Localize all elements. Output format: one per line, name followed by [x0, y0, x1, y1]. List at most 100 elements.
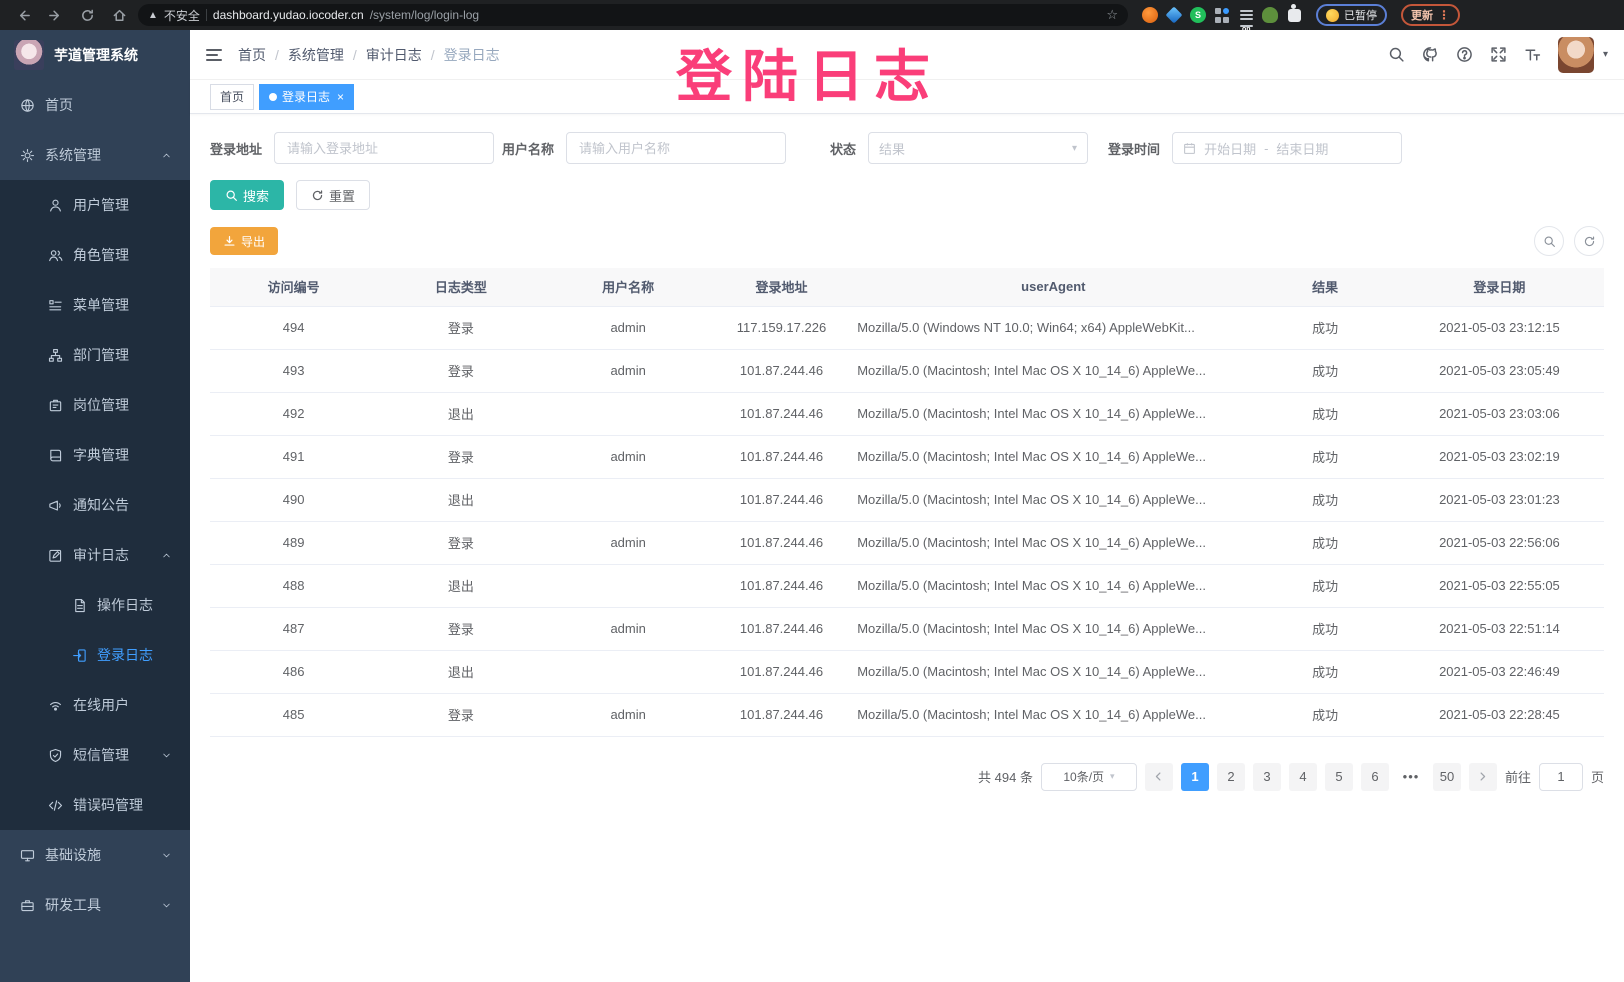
tag-login-log[interactable]: 登录日志 × — [259, 84, 354, 110]
next-page-button[interactable] — [1469, 763, 1497, 791]
page-number-button[interactable]: 4 — [1289, 763, 1317, 791]
sidebar-item-notices[interactable]: 通知公告 — [0, 480, 190, 530]
login-address-input[interactable] — [274, 132, 494, 164]
table-row[interactable]: 491 登录 admin 101.87.244.46 Mozilla/5.0 (… — [210, 435, 1604, 478]
table-row[interactable]: 490 退出 101.87.244.46 Mozilla/5.0 (Macint… — [210, 478, 1604, 521]
cell-result: 成功 — [1255, 693, 1394, 736]
cell-result: 成功 — [1255, 349, 1394, 392]
extension-list-icon[interactable]: on — [1238, 7, 1254, 23]
table-row[interactable]: 486 退出 101.87.244.46 Mozilla/5.0 (Macint… — [210, 650, 1604, 693]
sidebar-item-posts[interactable]: 岗位管理 — [0, 380, 190, 430]
sidebar-item-dev-tools[interactable]: 研发工具 — [0, 880, 190, 930]
bookmark-star-icon[interactable]: ☆ — [1106, 7, 1118, 23]
cell-user-agent: Mozilla/5.0 (Macintosh; Intel Mac OS X 1… — [851, 521, 1255, 564]
extension-green-icon[interactable]: S — [1190, 7, 1206, 23]
select-caret-icon: ▾ — [1072, 143, 1077, 154]
cell-log-type: 登录 — [377, 521, 544, 564]
reset-button[interactable]: 重置 — [296, 180, 370, 210]
page-number-button[interactable]: 50 — [1433, 763, 1461, 791]
username-input[interactable] — [566, 132, 786, 164]
page-number-button[interactable]: 2 — [1217, 763, 1245, 791]
font-size-icon[interactable] — [1524, 46, 1541, 63]
extension-diamond-icon[interactable] — [1166, 7, 1182, 23]
extension-orange-icon[interactable] — [1142, 7, 1158, 23]
table-row[interactable]: 488 退出 101.87.244.46 Mozilla/5.0 (Macint… — [210, 564, 1604, 607]
tag-close-icon[interactable]: × — [337, 90, 344, 104]
page-number-button[interactable]: 1 — [1181, 763, 1209, 791]
sidebar-item-error-codes[interactable]: 错误码管理 — [0, 780, 190, 830]
cell-login-date: 2021-05-03 23:05:49 — [1395, 349, 1604, 392]
breadcrumb-system[interactable]: 系统管理 — [288, 45, 344, 65]
sidebar-menu: 首页 系统管理 用户管理 角色管理 菜单管理 — [0, 80, 190, 982]
reload-icon[interactable] — [74, 4, 100, 26]
search-button[interactable]: 搜索 — [210, 180, 284, 210]
sidebar-item-system[interactable]: 系统管理 — [0, 130, 190, 180]
extension-puzzle-icon[interactable] — [1286, 7, 1302, 23]
help-icon[interactable] — [1456, 46, 1473, 63]
toggle-search-button[interactable] — [1534, 226, 1564, 256]
cell-result: 成功 — [1255, 607, 1394, 650]
breadcrumb-audit[interactable]: 审计日志 — [366, 45, 422, 65]
avatar-caret-icon[interactable]: ▾ — [1603, 49, 1608, 60]
status-select[interactable]: 结果 ▾ — [868, 132, 1088, 164]
update-label: 更新 — [1411, 7, 1433, 23]
date-range-picker[interactable]: 开始日期 - 结束日期 — [1172, 132, 1402, 164]
sidebar-item-menus[interactable]: 菜单管理 — [0, 280, 190, 330]
page-size-select[interactable]: 10条/页 ▾ — [1041, 763, 1137, 791]
chevron-up-icon — [161, 550, 172, 561]
filter-actions: 搜索 重置 — [210, 180, 1604, 210]
refresh-table-button[interactable] — [1574, 226, 1604, 256]
extension-plant-icon[interactable] — [1262, 7, 1278, 23]
sidebar-item-operation-log[interactable]: 操作日志 — [0, 580, 190, 630]
profile-paused-badge[interactable]: 已暂停 — [1316, 4, 1387, 26]
user-avatar[interactable] — [1558, 37, 1594, 73]
table-row[interactable]: 493 登录 admin 101.87.244.46 Mozilla/5.0 (… — [210, 349, 1604, 392]
cell-login-date: 2021-05-03 22:28:45 — [1395, 693, 1604, 736]
extension-grid-icon[interactable] — [1214, 7, 1230, 23]
back-icon[interactable] — [10, 4, 36, 26]
sidebar-item-sms[interactable]: 短信管理 — [0, 730, 190, 780]
sidebar-toggle-icon[interactable] — [206, 49, 222, 61]
sidebar-item-infrastructure[interactable]: 基础设施 — [0, 830, 190, 880]
goto-page-input[interactable] — [1539, 763, 1583, 791]
sidebar-item-departments[interactable]: 部门管理 — [0, 330, 190, 380]
breadcrumb-home[interactable]: 首页 — [238, 45, 266, 65]
sidebar-item-home[interactable]: 首页 — [0, 80, 190, 130]
sidebar-item-audit-log[interactable]: 审计日志 — [0, 530, 190, 580]
page-number-button[interactable]: ••• — [1397, 763, 1425, 791]
code-icon — [48, 798, 63, 813]
page-number-button[interactable]: 3 — [1253, 763, 1281, 791]
github-icon[interactable] — [1422, 46, 1439, 63]
sidebar-item-online-users[interactable]: 在线用户 — [0, 680, 190, 730]
browser-menu-icon[interactable]: ⋮ — [1438, 8, 1450, 22]
forward-icon[interactable] — [42, 4, 68, 26]
sidebar-item-roles[interactable]: 角色管理 — [0, 230, 190, 280]
table-row[interactable]: 485 登录 admin 101.87.244.46 Mozilla/5.0 (… — [210, 693, 1604, 736]
tag-home[interactable]: 首页 — [210, 84, 254, 110]
cell-log-type: 登录 — [377, 435, 544, 478]
page-number-button[interactable]: 6 — [1361, 763, 1389, 791]
table-header-cell: 登录地址 — [712, 268, 851, 306]
browser-update-button[interactable]: 更新 ⋮ — [1401, 4, 1460, 26]
table-row[interactable]: 492 退出 101.87.244.46 Mozilla/5.0 (Macint… — [210, 392, 1604, 435]
prev-page-button[interactable] — [1145, 763, 1173, 791]
app-logo[interactable]: 芋道管理系统 — [0, 30, 190, 80]
fullscreen-icon[interactable] — [1490, 46, 1507, 63]
search-icon — [1543, 235, 1556, 248]
sidebar-item-users[interactable]: 用户管理 — [0, 180, 190, 230]
cell-id: 491 — [210, 435, 377, 478]
export-button[interactable]: 导出 — [210, 227, 278, 255]
user-icon — [48, 198, 63, 213]
address-bar[interactable]: ▲ 不安全 dashboard.yudao.iocoder.cn/system/… — [138, 4, 1128, 26]
search-icon[interactable] — [1388, 46, 1405, 63]
cell-user-agent: Mozilla/5.0 (Macintosh; Intel Mac OS X 1… — [851, 435, 1255, 478]
table-row[interactable]: 494 登录 admin 117.159.17.226 Mozilla/5.0 … — [210, 306, 1604, 349]
sidebar-item-dictionary[interactable]: 字典管理 — [0, 430, 190, 480]
cell-log-type: 退出 — [377, 564, 544, 607]
page-number-button[interactable]: 5 — [1325, 763, 1353, 791]
table-row[interactable]: 487 登录 admin 101.87.244.46 Mozilla/5.0 (… — [210, 607, 1604, 650]
table-row[interactable]: 489 登录 admin 101.87.244.46 Mozilla/5.0 (… — [210, 521, 1604, 564]
home-icon[interactable] — [106, 4, 132, 26]
sidebar-item-login-log[interactable]: 登录日志 — [0, 630, 190, 680]
cell-username: admin — [545, 607, 712, 650]
